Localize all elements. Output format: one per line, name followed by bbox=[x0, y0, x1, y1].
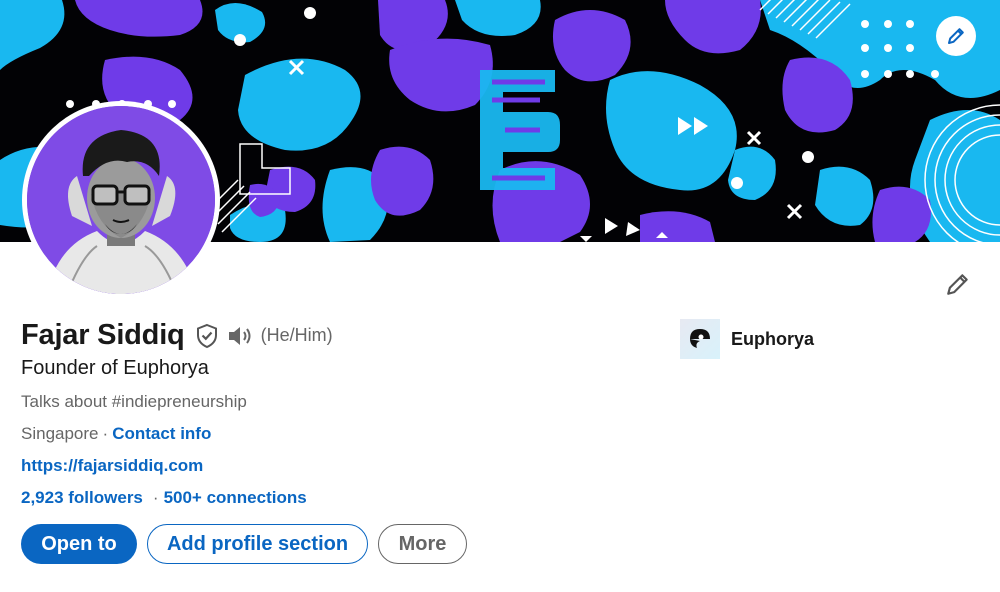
open-to-button[interactable]: Open to bbox=[21, 524, 137, 564]
avatar-illustration bbox=[27, 106, 215, 294]
current-company[interactable]: Euphorya bbox=[680, 319, 814, 359]
add-profile-section-button[interactable]: Add profile section bbox=[147, 524, 368, 564]
avatar bbox=[27, 106, 215, 294]
connections-link[interactable]: 500+ connections bbox=[164, 488, 307, 507]
company-name: Euphorya bbox=[731, 328, 815, 349]
website-link[interactable]: https://fajarsiddiq.com bbox=[21, 456, 203, 475]
talks-about: Talks about #indiepreneurship bbox=[21, 392, 247, 411]
followers-link[interactable]: 2,923 followers bbox=[21, 488, 143, 507]
pencil-icon bbox=[948, 28, 964, 44]
profile-name: Fajar Siddiq bbox=[21, 319, 185, 351]
pencil-icon bbox=[947, 274, 968, 295]
separator: · bbox=[102, 424, 109, 443]
pronouns: (He/Him) bbox=[260, 325, 333, 345]
more-button[interactable]: More bbox=[378, 524, 467, 564]
profile-actions: Open to Add profile section More bbox=[21, 524, 467, 564]
edit-intro-button[interactable] bbox=[940, 266, 976, 302]
shield-check-icon[interactable] bbox=[195, 323, 219, 349]
speaker-icon[interactable] bbox=[227, 324, 253, 348]
euphorya-logo bbox=[680, 319, 720, 359]
headline: Founder of Euphorya bbox=[21, 357, 209, 379]
contact-info-link[interactable]: Contact info bbox=[112, 424, 211, 443]
separator: · bbox=[152, 488, 159, 507]
name-row: Fajar Siddiq (He/Him) bbox=[21, 319, 333, 352]
profile-photo[interactable] bbox=[22, 101, 220, 299]
location-row: Singapore · Contact info bbox=[21, 424, 211, 444]
network-stats: 2,923 followers · 500+ connections bbox=[21, 488, 307, 508]
company-logo-icon bbox=[690, 329, 710, 348]
location: Singapore bbox=[21, 424, 99, 443]
website-row: https://fajarsiddiq.com bbox=[21, 456, 203, 476]
edit-banner-button[interactable] bbox=[936, 16, 976, 56]
